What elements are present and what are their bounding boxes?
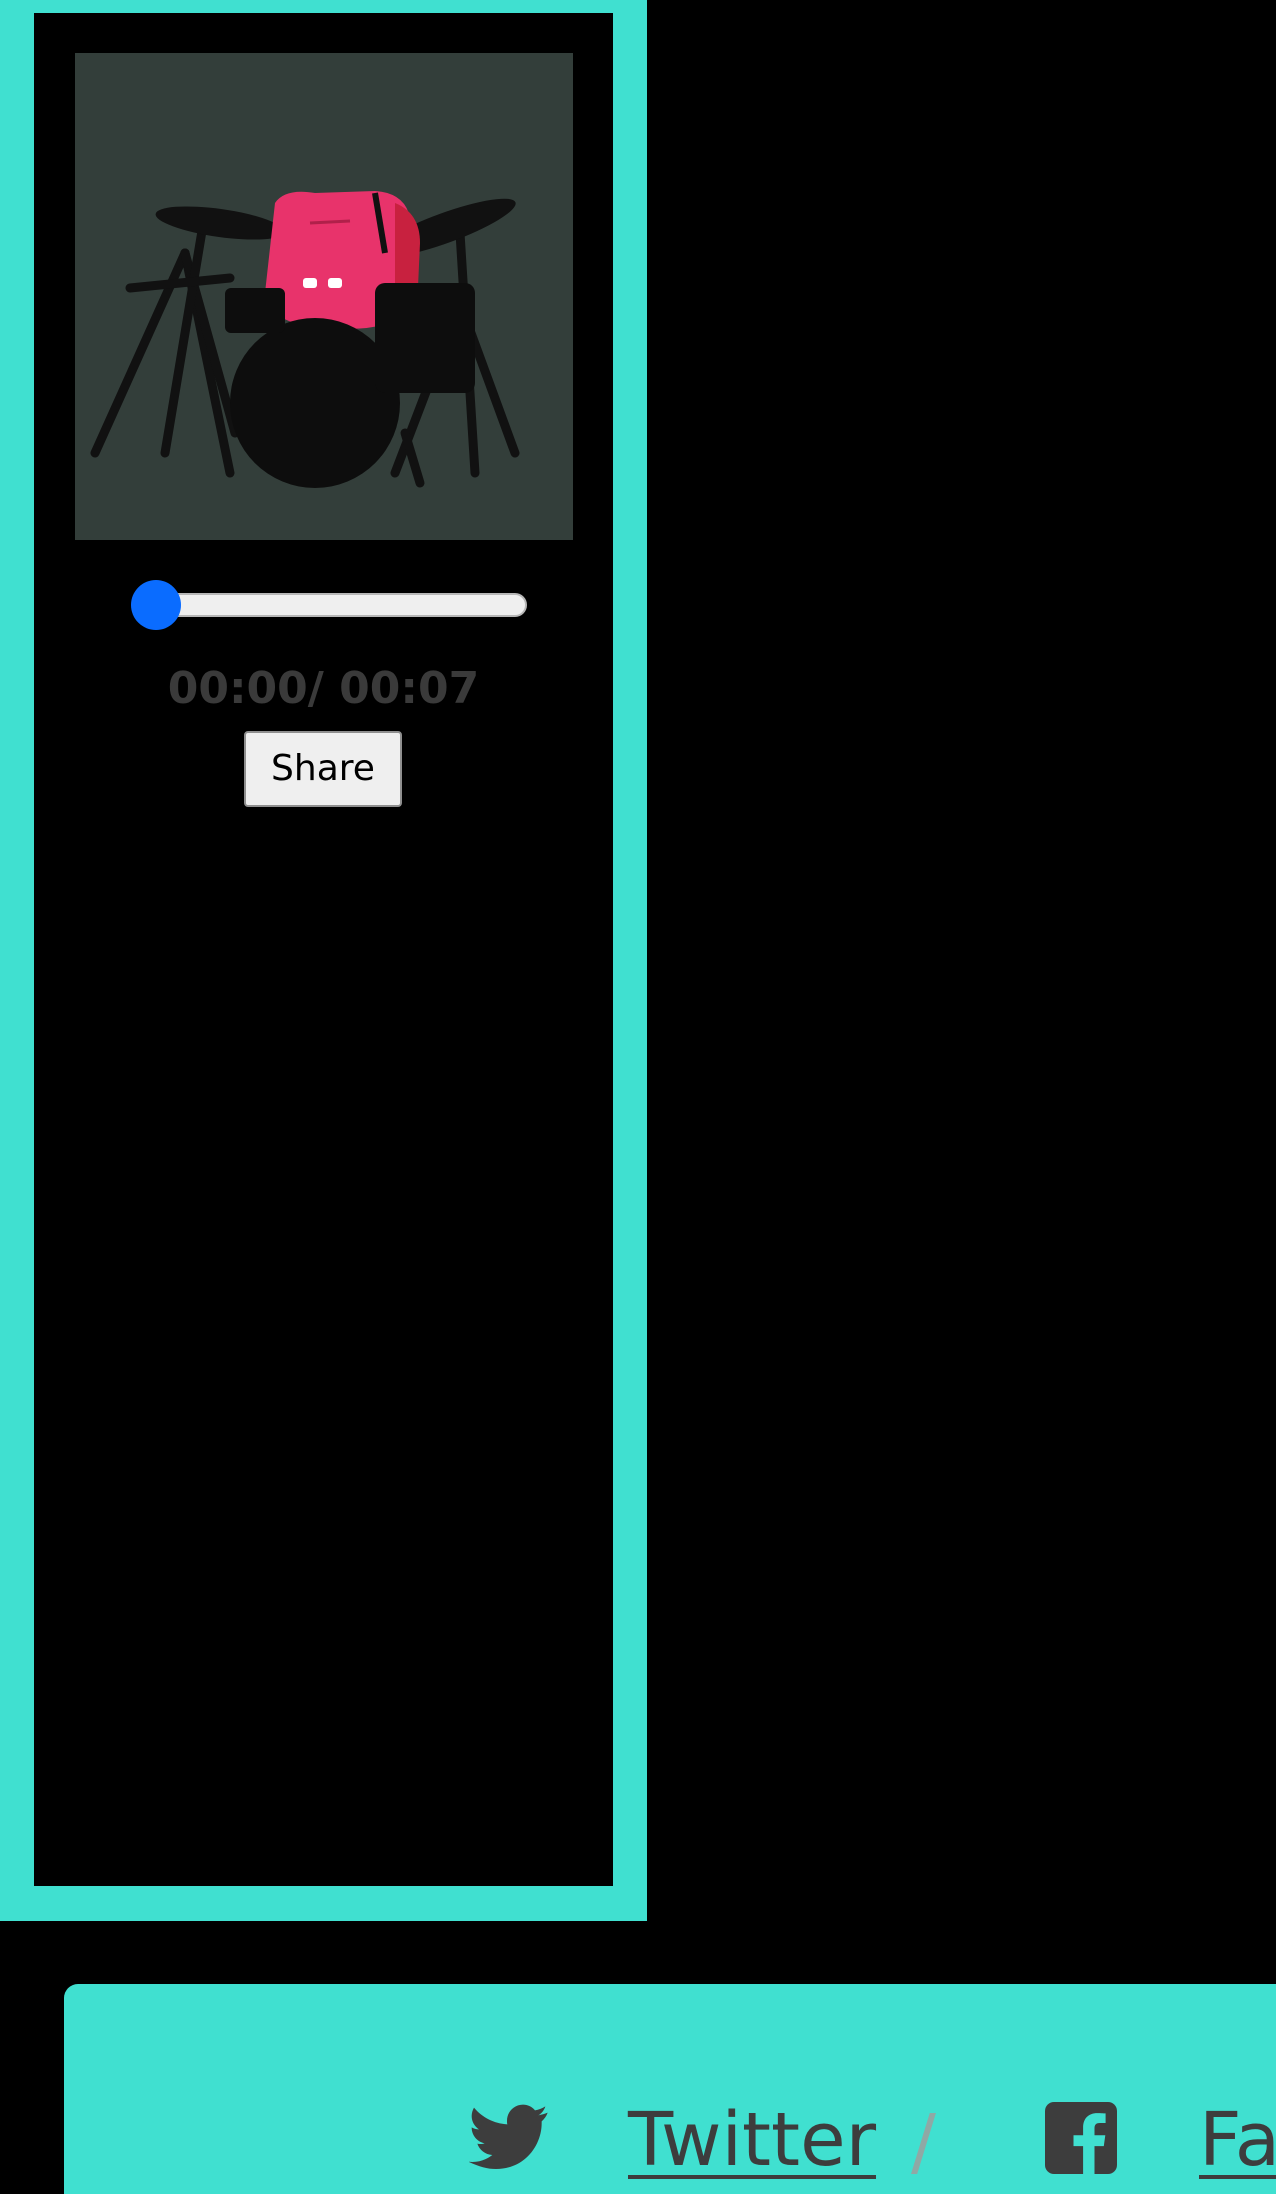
twitter-link[interactable]: Twitter (468, 2094, 889, 2194)
seek-thumb[interactable] (131, 580, 181, 630)
seek-slider[interactable] (114, 579, 570, 631)
twitter-label[interactable]: Twitter (628, 2094, 876, 2186)
artwork-image (75, 53, 573, 540)
share-button[interactable]: Share (244, 731, 402, 807)
link-separator: / (911, 2099, 936, 2185)
seek-track[interactable] (144, 593, 527, 617)
facebook-link[interactable]: Fa (1045, 2094, 1276, 2194)
player-frame: 00:00/ 00:07 Share (0, 0, 647, 1921)
facebook-icon (1045, 2102, 1117, 2178)
twitter-icon (468, 2102, 549, 2178)
page: 00:00/ 00:07 Share Twitter / Fa (0, 0, 1276, 2194)
drummer-illustration (90, 191, 520, 488)
time-readout: 00:00/ 00:07 (167, 663, 480, 714)
social-footer: Twitter / Fa (64, 1984, 1276, 2194)
facebook-label[interactable]: Fa (1199, 2094, 1276, 2186)
player-panel: 00:00/ 00:07 Share (34, 13, 613, 1886)
